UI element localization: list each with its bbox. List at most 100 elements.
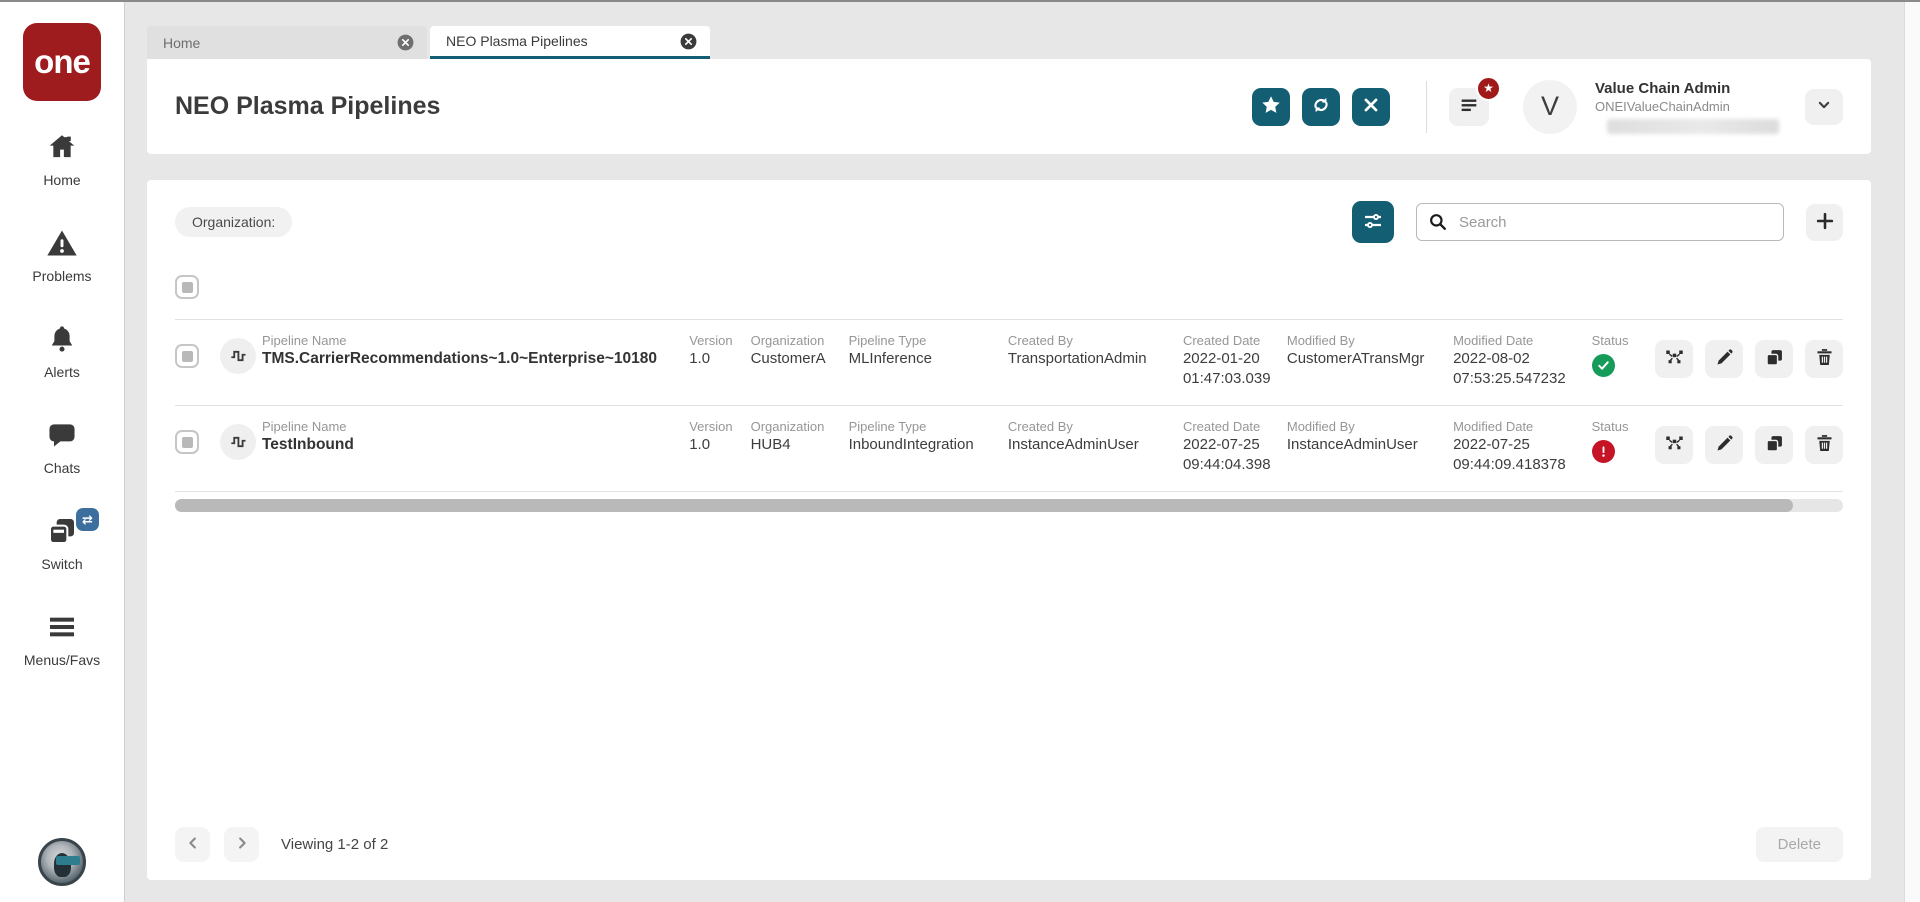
filters-button[interactable] (1352, 201, 1394, 243)
search-input[interactable] (1416, 203, 1784, 241)
workflow-button[interactable] (1655, 340, 1693, 378)
chevron-down-icon (1814, 95, 1834, 118)
sliders-icon (1361, 209, 1385, 236)
column-label: Modified Date (1453, 419, 1534, 434)
refresh-icon (1310, 94, 1332, 119)
warning-icon (46, 227, 78, 264)
page-scrollbar[interactable] (1904, 2, 1920, 902)
trash-icon (1814, 433, 1835, 457)
pipeline-name: TestInbound (261, 436, 354, 453)
pipeline-icon (220, 338, 257, 374)
menu-bars-icon (46, 611, 78, 648)
column-label: Pipeline Name (261, 333, 347, 348)
tab-neo-plasma-pipelines[interactable]: NEO Plasma Pipelines (430, 26, 710, 59)
workflow-icon (1664, 433, 1685, 457)
user-info: Value Chain Admin ONEIValueChainAdmin (1595, 80, 1805, 134)
modified-by: CustomerATransMgr (1286, 350, 1425, 367)
column-label: Created Date (1182, 419, 1261, 434)
modified-time: 09:44:09.418378 (1453, 456, 1566, 473)
close-icon[interactable] (679, 32, 698, 51)
filter-row: Organization: (175, 180, 1843, 243)
horizontal-scrollbar-thumb[interactable] (175, 499, 1793, 512)
check-icon (1597, 361, 1609, 370)
user-menu-button[interactable]: ★ (1449, 75, 1501, 126)
refresh-button[interactable] (1302, 87, 1340, 126)
close-icon[interactable] (396, 33, 415, 52)
organization: CustomerA (750, 350, 826, 367)
hamburger-icon (1458, 94, 1480, 119)
user-name: Value Chain Admin (1595, 79, 1731, 97)
status-badge (1591, 354, 1615, 377)
column-label: Status (1591, 419, 1629, 434)
sidebar-item-alerts[interactable]: Alerts (7, 323, 117, 380)
switch-badge-icon[interactable]: ⇄ (76, 508, 99, 531)
chevron-right-icon (233, 834, 251, 855)
sidebar-nav: Home Problems Alerts Chats ⇄ Switch Menu… (7, 131, 117, 707)
pencil-icon (1714, 347, 1735, 371)
next-page-button[interactable] (224, 827, 259, 862)
tab-label: Home (163, 34, 201, 51)
sidebar-item-menus-favs[interactable]: Menus/Favs (7, 611, 117, 668)
add-pipeline-button[interactable] (1806, 203, 1843, 241)
status-badge (1591, 440, 1615, 463)
redacted-text (1607, 118, 1779, 134)
column-label: Organization (750, 333, 825, 348)
delete-button[interactable]: Delete (1755, 827, 1843, 862)
avatar[interactable]: V (1523, 79, 1577, 134)
row-checkbox[interactable] (175, 430, 199, 454)
favorite-button[interactable] (1252, 87, 1290, 126)
pipeline-type: InboundIntegration (848, 436, 974, 453)
table-row: Pipeline Name TestInbound Version 1.0 Orga… (175, 405, 1843, 492)
user-id: ONEIValueChainAdmin (1595, 98, 1730, 114)
copy-button[interactable] (1755, 426, 1793, 464)
trash-icon (1814, 347, 1835, 371)
sidebar-item-home[interactable]: Home (7, 131, 117, 188)
created-time: 01:47:03.039 (1182, 370, 1271, 387)
sidebar-item-label: Alerts (44, 364, 80, 380)
column-label: Organization (750, 419, 825, 434)
sidebar-item-label: Chats (43, 460, 81, 476)
one-logo[interactable]: one (23, 23, 101, 101)
column-label: Created By (1007, 419, 1073, 434)
organization-filter-chip[interactable]: Organization: (175, 207, 293, 237)
copy-button[interactable] (1755, 340, 1793, 378)
sidebar-item-label: Menus/Favs (23, 652, 101, 668)
created-date: 2022-01-20 (1182, 350, 1260, 367)
version: 1.0 (689, 436, 711, 453)
assistant-avatar[interactable] (38, 838, 86, 886)
sidebar-item-switch[interactable]: ⇄ Switch (7, 508, 117, 572)
edit-button[interactable] (1705, 426, 1743, 464)
user-dropdown-button[interactable] (1805, 88, 1843, 125)
home-icon (46, 131, 78, 168)
workflow-button[interactable] (1655, 426, 1693, 464)
pencil-icon (1714, 433, 1735, 457)
header-divider (1426, 80, 1427, 133)
tab-label: NEO Plasma Pipelines (446, 33, 588, 49)
created-time: 09:44:04.398 (1182, 456, 1271, 473)
row-checkbox[interactable] (175, 344, 199, 368)
select-all-checkbox[interactable] (175, 275, 199, 299)
pipelines-table: Pipeline Name TMS.CarrierRecommendations~… (175, 319, 1843, 492)
modified-date: 2022-08-02 (1453, 350, 1530, 367)
sidebar-item-chats[interactable]: Chats (7, 419, 117, 476)
column-label: Created Date (1182, 333, 1261, 348)
row-actions (1655, 332, 1843, 378)
previous-page-button[interactable] (175, 827, 210, 862)
copy-icon (1764, 433, 1785, 457)
switch-icon (46, 515, 78, 552)
modified-time: 07:53:25.547232 (1453, 370, 1566, 387)
row-actions (1655, 418, 1843, 464)
close-page-button[interactable] (1352, 87, 1390, 126)
sidebar-item-problems[interactable]: Problems (7, 227, 117, 284)
sidebar-item-label: Problems (32, 268, 92, 284)
tab-home[interactable]: Home (147, 26, 427, 59)
column-label: Pipeline Type (848, 333, 927, 348)
edit-button[interactable] (1705, 340, 1743, 378)
exclamation-icon (1601, 446, 1605, 457)
delete-row-button[interactable] (1805, 340, 1843, 378)
copy-icon (1764, 347, 1785, 371)
viewing-count: Viewing 1-2 of 2 (281, 836, 389, 853)
main-area: Home NEO Plasma Pipelines NEO Plasma Pip… (125, 2, 1904, 902)
column-label: Modified Date (1453, 333, 1534, 348)
delete-row-button[interactable] (1805, 426, 1843, 464)
